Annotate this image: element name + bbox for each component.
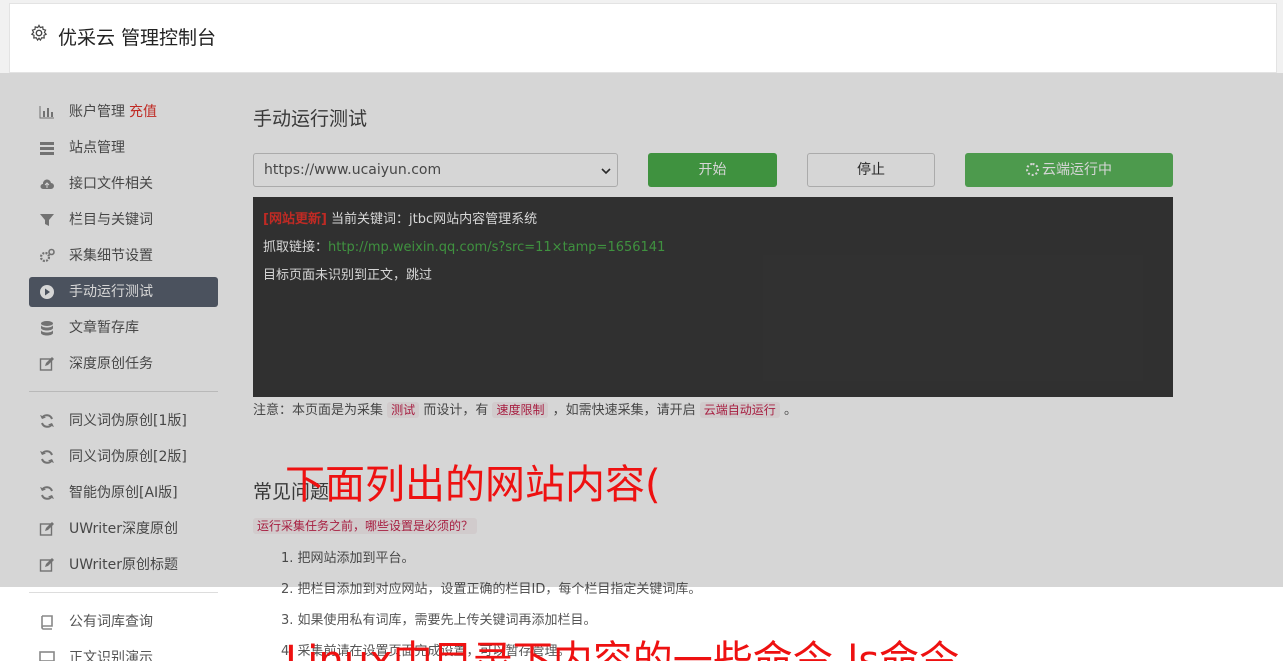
sidebar-item-public-dictionary[interactable]: 公有词库查询 — [29, 607, 218, 637]
edit-icon — [39, 522, 54, 536]
sidebar-item-columns-keywords[interactable]: 栏目与关键词 — [29, 205, 218, 235]
spinner-icon — [1026, 163, 1039, 176]
sidebar-item-text-recognition[interactable]: 正文识别演示 — [29, 643, 218, 661]
sidebar-item-label: 深度原创任务 — [69, 356, 153, 372]
sidebar-divider — [29, 391, 218, 392]
note-code: 速度限制 — [492, 402, 549, 418]
faq-question-text: 运行采集任务之前，哪些设置是必须的？ — [253, 518, 478, 534]
sidebar-item-article-storage[interactable]: 文章暂存库 — [29, 313, 218, 343]
gear-icon — [30, 24, 48, 42]
start-button[interactable]: 开始 — [648, 153, 777, 187]
sidebar-item-uwriter-deep[interactable]: UWriter深度原创 — [29, 514, 218, 544]
list-item: 2. 把栏目添加到对应网站，设置正确的栏目ID，每个栏目指定关键词库。 — [281, 582, 702, 597]
usage-note: 注意：本页面是为采集 测试 而设计，有 速度限制 ，如需快速采集，请开启 云端自… — [253, 399, 797, 418]
main-panel: 手动运行测试 https://www.ucaiyun.com 开始 停止 云端运… — [253, 73, 1183, 661]
log-result: 目标页面未识别到正文，跳过 — [263, 268, 433, 283]
server-icon — [40, 142, 54, 155]
overlay-caption: 下面列出的网站内容( — [285, 462, 661, 508]
site-select[interactable]: https://www.ucaiyun.com — [253, 153, 618, 187]
log-line: [网站更新] 当前关键词：jtbc网站内容管理系统 — [263, 209, 1163, 237]
log-line: 目标页面未识别到正文，跳过 — [263, 265, 1163, 293]
chevron-down-icon — [601, 168, 611, 175]
note-text: 。 — [783, 403, 797, 418]
refresh-icon — [40, 414, 54, 428]
sidebar-item-synonym-v1[interactable]: 同义词伪原创[1版] — [29, 406, 218, 436]
cloud-upload-icon — [40, 179, 54, 189]
app-title: 优采云 管理控制台 — [58, 27, 217, 49]
cloud-run-button[interactable]: 云端运行中 — [965, 153, 1173, 187]
sidebar-item-label: 智能伪原创[AI版] — [69, 485, 178, 501]
log-fetch-prefix: 抓取链接： — [263, 240, 329, 255]
monitor-icon — [39, 651, 55, 661]
sidebar-item-label: 公有词库查询 — [69, 614, 153, 630]
refresh-icon — [40, 450, 54, 464]
note-text: 而设计，有 — [423, 403, 489, 418]
sidebar-item-label: 同义词伪原创[1版] — [69, 413, 187, 429]
sidebar-item-label: 同义词伪原创[2版] — [69, 449, 187, 465]
sidebar-item-collect-settings[interactable]: 采集细节设置 — [29, 241, 218, 271]
sidebar-item-label: UWriter深度原创 — [69, 521, 178, 537]
refresh-icon — [40, 486, 54, 500]
sidebar-item-label: 手动运行测试 — [69, 284, 153, 300]
sidebar-item-label: 接口文件相关 — [69, 176, 153, 192]
log-line: 抓取链接：http://mp.weixin.qq.com/s?src=11×ta… — [263, 237, 1163, 265]
stop-button[interactable]: 停止 — [807, 153, 935, 187]
sidebar-item-sites[interactable]: 站点管理 — [29, 133, 218, 163]
page-title: 手动运行测试 — [253, 108, 368, 130]
sidebar-item-account[interactable]: 账户管理 充值 — [29, 97, 218, 127]
sidebar-item-interface-files[interactable]: 接口文件相关 — [29, 169, 218, 199]
list-item: 1. 把网站添加到平台。 — [281, 551, 415, 566]
log-keyword: 当前关键词：jtbc网站内容管理系统 — [326, 212, 538, 227]
gears-icon — [39, 248, 55, 263]
faq-question: 运行采集任务之前，哪些设置是必须的？ — [253, 515, 478, 534]
note-code: 测试 — [387, 402, 420, 418]
note-code: 云端自动运行 — [699, 402, 780, 418]
bar-chart-icon — [39, 106, 54, 119]
log-console: [网站更新] 当前关键词：jtbc网站内容管理系统 抓取链接：http://mp… — [253, 197, 1173, 397]
sidebar-item-label: 采集细节设置 — [69, 248, 153, 264]
note-text: 注意：本页面是为采集 — [253, 403, 384, 418]
filter-icon — [40, 214, 54, 226]
sidebar-divider — [29, 592, 218, 593]
sidebar-item-label: 账户管理 — [69, 104, 125, 120]
top-header: 优采云 管理控制台 — [9, 3, 1277, 73]
sidebar-item-ai-pseudo-original[interactable]: 智能伪原创[AI版] — [29, 478, 218, 508]
note-text: ，如需快速采集，请开启 — [552, 403, 696, 418]
log-tag: [网站更新] — [263, 212, 327, 227]
cloud-run-label: 云端运行中 — [1042, 162, 1112, 178]
log-fetch-url[interactable]: http://mp.weixin.qq.com/s?src=11×tamp=16… — [328, 240, 665, 255]
sidebar-item-synonym-v2[interactable]: 同义词伪原创[2版] — [29, 442, 218, 472]
sidebar-item-label: 栏目与关键词 — [69, 212, 153, 228]
sidebar-item-label: 正文识别演示 — [69, 650, 153, 661]
sidebar-item-label: UWriter原创标题 — [69, 557, 178, 573]
edit-icon — [39, 357, 54, 371]
sidebar-item-label: 站点管理 — [69, 140, 125, 156]
content-area: 账户管理 充值 站点管理 接口文件相关 栏目与关键词 采集细节设置 手动运行测试 … — [0, 73, 1283, 661]
overlay-caption: Linux中目录下内容的一些命令-ls命令 — [285, 638, 960, 661]
database-icon — [41, 321, 53, 336]
site-select-value: https://www.ucaiyun.com — [264, 162, 442, 178]
sidebar-item-deep-original[interactable]: 深度原创任务 — [29, 349, 218, 379]
book-icon — [41, 615, 53, 630]
play-circle-icon — [40, 285, 54, 299]
edit-icon — [39, 558, 54, 572]
sidebar-item-uwriter-title[interactable]: UWriter原创标题 — [29, 550, 218, 580]
sidebar: 账户管理 充值 站点管理 接口文件相关 栏目与关键词 采集细节设置 手动运行测试 … — [15, 73, 235, 661]
sidebar-item-label: 文章暂存库 — [69, 320, 139, 336]
sidebar-item-manual-run[interactable]: 手动运行测试 — [29, 277, 218, 307]
recharge-link[interactable]: 充值 — [129, 104, 157, 120]
